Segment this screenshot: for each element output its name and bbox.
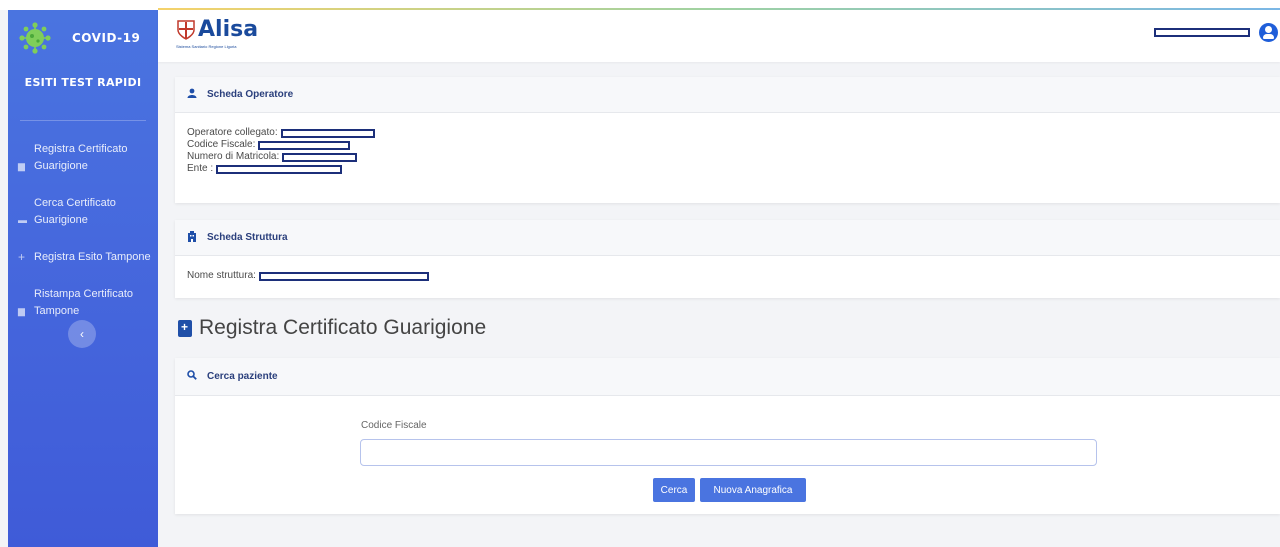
search-card-header: Cerca paziente: [175, 358, 1280, 396]
redacted-value: [258, 271, 429, 281]
page-title-text: Registra Certificato Guarigione: [199, 316, 487, 339]
structure-card: Scheda Struttura Nome struttura:: [175, 220, 1280, 298]
user-avatar-icon[interactable]: [1259, 23, 1278, 42]
file-plus-icon: [178, 319, 192, 337]
logo-name: Alisa: [198, 17, 259, 42]
brand: COVID-19: [8, 10, 158, 66]
top-accent: [0, 0, 1280, 10]
sidebar-item-label: Guarigione: [34, 160, 88, 172]
operator-card: Scheda Operatore Operatore collegato: Co…: [175, 77, 1280, 203]
app-title: COVID-19: [72, 31, 141, 45]
file-icon: ▆: [18, 306, 25, 316]
redacted-value: [282, 152, 358, 162]
search-icon: [187, 370, 207, 383]
sidebar-item-label: Registra Certificato: [34, 143, 128, 155]
folder-icon: ▬: [18, 215, 27, 225]
sidebar-item-label: Guarigione: [34, 214, 88, 226]
structure-field: Nome struttura:: [187, 270, 1268, 282]
sidebar-item-cerca-certificato-guarigione[interactable]: Cerca Certificato ▬ Guarigione: [8, 195, 158, 229]
sidebar-nav: Registra Certificato ▆ Guarigione Cerca C…: [8, 121, 158, 320]
operator-field: Operatore collegato:: [187, 127, 1268, 139]
collapse-sidebar-button[interactable]: ‹: [68, 320, 96, 348]
sidebar-item-ristampa-certificato-tampone[interactable]: Ristampa Certificato ▆ Tampone: [8, 286, 158, 320]
nuova-anagrafica-button[interactable]: Nuova Anagrafica: [700, 478, 806, 502]
structure-card-header: Scheda Struttura: [175, 220, 1280, 256]
redacted-value: [258, 140, 351, 150]
structure-card-title: Scheda Struttura: [207, 232, 288, 243]
sidebar-item-registra-esito-tampone[interactable]: + Registra Esito Tampone: [8, 249, 158, 266]
sidebar-item-label: Cerca Certificato: [34, 197, 116, 209]
field-label: Numero di Matricola:: [187, 151, 280, 162]
search-card-title: Cerca paziente: [207, 371, 278, 382]
shield-icon: [177, 20, 195, 40]
alisa-logo[interactable]: Alisa Sistema Sanitario Regione Liguria: [176, 17, 259, 50]
logo-tagline: Sistema Sanitario Regione Liguria: [176, 44, 237, 49]
redacted-value: [216, 164, 343, 174]
user-icon: [187, 88, 207, 101]
sidebar-item-label: Registra Esito Tampone: [34, 251, 151, 263]
field-label: Ente :: [187, 163, 214, 174]
field-label: Operatore collegato:: [187, 127, 278, 138]
operator-field: Numero di Matricola:: [187, 151, 1268, 163]
sidebar: COVID-19 ESITI TEST RAPIDI Registra Cert…: [8, 10, 158, 547]
sidebar-item-registra-certificato-guarigione[interactable]: Registra Certificato ▆ Guarigione: [8, 141, 158, 175]
virus-icon: [19, 22, 51, 54]
codice-fiscale-label: Codice Fiscale: [361, 420, 427, 431]
chevron-left-icon: ‹: [80, 327, 84, 341]
codice-fiscale-input[interactable]: [360, 439, 1097, 466]
sidebar-item-label: Ristampa Certificato: [34, 288, 134, 300]
redacted-value: [280, 128, 375, 138]
sidebar-item-label: Tampone: [34, 305, 80, 317]
plus-icon: +: [18, 250, 26, 264]
operator-card-title: Scheda Operatore: [207, 89, 294, 100]
user-name-redacted: [1154, 28, 1250, 37]
building-icon: [187, 230, 207, 245]
field-label: Nome struttura:: [187, 270, 256, 281]
app-subtitle: ESITI TEST RAPIDI: [24, 76, 142, 89]
cerca-button[interactable]: Cerca: [653, 478, 695, 502]
page-title: Registra Certificato Guarigione: [178, 316, 486, 340]
operator-field: Ente :: [187, 163, 1268, 175]
structure-card-body: Nome struttura:: [175, 256, 1280, 296]
topbar: Alisa Sistema Sanitario Regione Liguria: [158, 10, 1280, 62]
operator-card-body: Operatore collegato: Codice Fiscale: Num…: [175, 113, 1280, 189]
file-icon: ▆: [18, 161, 25, 171]
operator-card-header: Scheda Operatore: [175, 77, 1280, 113]
field-label: Codice Fiscale:: [187, 139, 256, 150]
operator-field: Codice Fiscale:: [187, 139, 1268, 151]
